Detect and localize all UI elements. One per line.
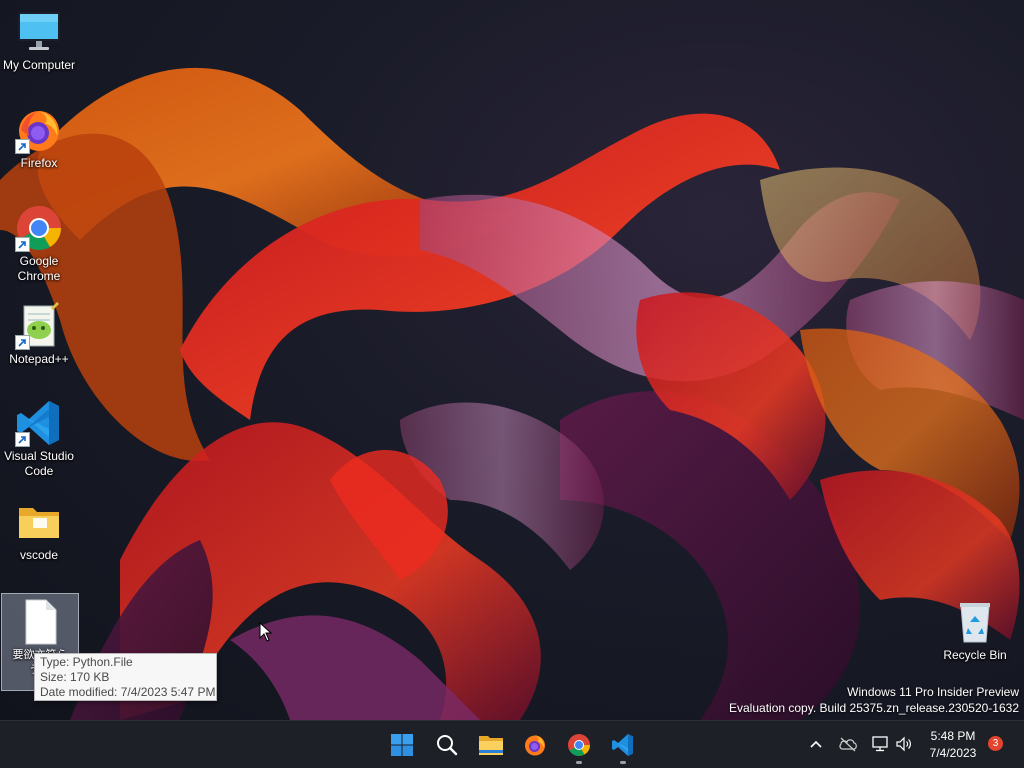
firefox-icon	[15, 106, 63, 154]
search-icon	[437, 735, 458, 756]
show-hidden-icons-button[interactable]	[807, 733, 825, 755]
watermark-line-1: Windows 11 Pro Insider Preview	[847, 685, 1019, 699]
recycle-bin-icon	[951, 598, 999, 646]
chevron-up-icon	[810, 740, 822, 748]
desktop-icon-vscode-folder[interactable]: vscode	[0, 498, 78, 563]
network-icon	[872, 736, 888, 752]
firefox-taskbar-button[interactable]	[517, 727, 553, 763]
desktop-icon-visual-studio-code[interactable]: Visual Studio Code	[0, 399, 78, 479]
chrome-taskbar-button[interactable]	[561, 727, 597, 764]
desktop[interactable]: My Computer Firefox Google Chrome Notepa…	[0, 0, 1024, 720]
windows-logo-icon	[391, 734, 413, 756]
desktop-icon-label: Visual Studio Code	[4, 449, 74, 478]
clock-button[interactable]: 5:48 PM 7/4/2023	[920, 728, 986, 762]
desktop-icon-label: Notepad++	[9, 352, 69, 366]
folder-icon	[479, 736, 503, 755]
windows-watermark: Windows 11 Pro Insider Preview Evaluatio…	[729, 684, 1019, 716]
shortcut-arrow-icon	[15, 237, 30, 252]
desktop-icon-label: Google Chrome	[17, 254, 61, 283]
folder-icon	[15, 498, 63, 546]
file-explorer-button[interactable]	[473, 727, 509, 763]
chrome-icon	[15, 204, 63, 252]
onedrive-tray-button[interactable]	[837, 733, 859, 755]
vscode-icon	[15, 399, 63, 447]
cloud-off-icon	[839, 737, 857, 752]
tooltip-size: Size: 170 KB	[40, 670, 110, 684]
watermark-line-2: Evaluation copy. Build 25375.zn_release.…	[729, 701, 1019, 715]
running-indicator	[576, 761, 582, 764]
volume-tray-button[interactable]	[893, 733, 915, 755]
shortcut-arrow-icon	[15, 335, 30, 350]
mouse-cursor-icon	[259, 622, 273, 642]
monitor-icon	[15, 8, 63, 56]
chrome-icon	[568, 734, 590, 756]
clock-time: 5:48 PM	[930, 729, 976, 743]
desktop-icon-label: vscode	[19, 548, 59, 562]
vscode-taskbar-button[interactable]	[605, 727, 641, 764]
desktop-icon-label: Recycle Bin	[943, 648, 1007, 662]
desktop-icon-firefox[interactable]: Firefox	[0, 106, 78, 171]
vscode-icon	[612, 734, 633, 756]
speaker-icon	[896, 736, 911, 752]
tooltip-date-modified: Date modified: 7/4/2023 5:47 PM	[40, 685, 216, 699]
file-icon	[16, 598, 64, 646]
desktop-icon-google-chrome[interactable]: Google Chrome	[0, 204, 78, 284]
shortcut-arrow-icon	[15, 432, 30, 447]
clock-date: 7/4/2023	[929, 746, 977, 760]
notification-badge[interactable]: 3	[988, 736, 1003, 751]
network-tray-button[interactable]	[869, 733, 891, 755]
desktop-icon-notepadpp[interactable]: Notepad++	[0, 302, 78, 367]
tooltip-type: Type: Python.File	[40, 655, 133, 669]
file-tooltip: Type: Python.File Size: 170 KB Date modi…	[34, 653, 217, 701]
shortcut-arrow-icon	[15, 139, 30, 154]
desktop-icon-recycle-bin[interactable]: Recycle Bin	[936, 598, 1014, 663]
search-button[interactable]	[429, 727, 465, 763]
start-button[interactable]	[384, 727, 420, 763]
taskbar: 5:48 PM 7/4/2023	[0, 720, 1024, 768]
desktop-icon-my-computer[interactable]: My Computer	[0, 8, 78, 73]
notepadpp-icon	[15, 302, 63, 350]
desktop-icon-label: My Computer	[2, 58, 76, 72]
desktop-icon-label: Firefox	[20, 156, 58, 170]
wallpaper	[0, 67, 1024, 720]
running-indicator	[620, 761, 626, 764]
firefox-icon	[525, 735, 545, 756]
